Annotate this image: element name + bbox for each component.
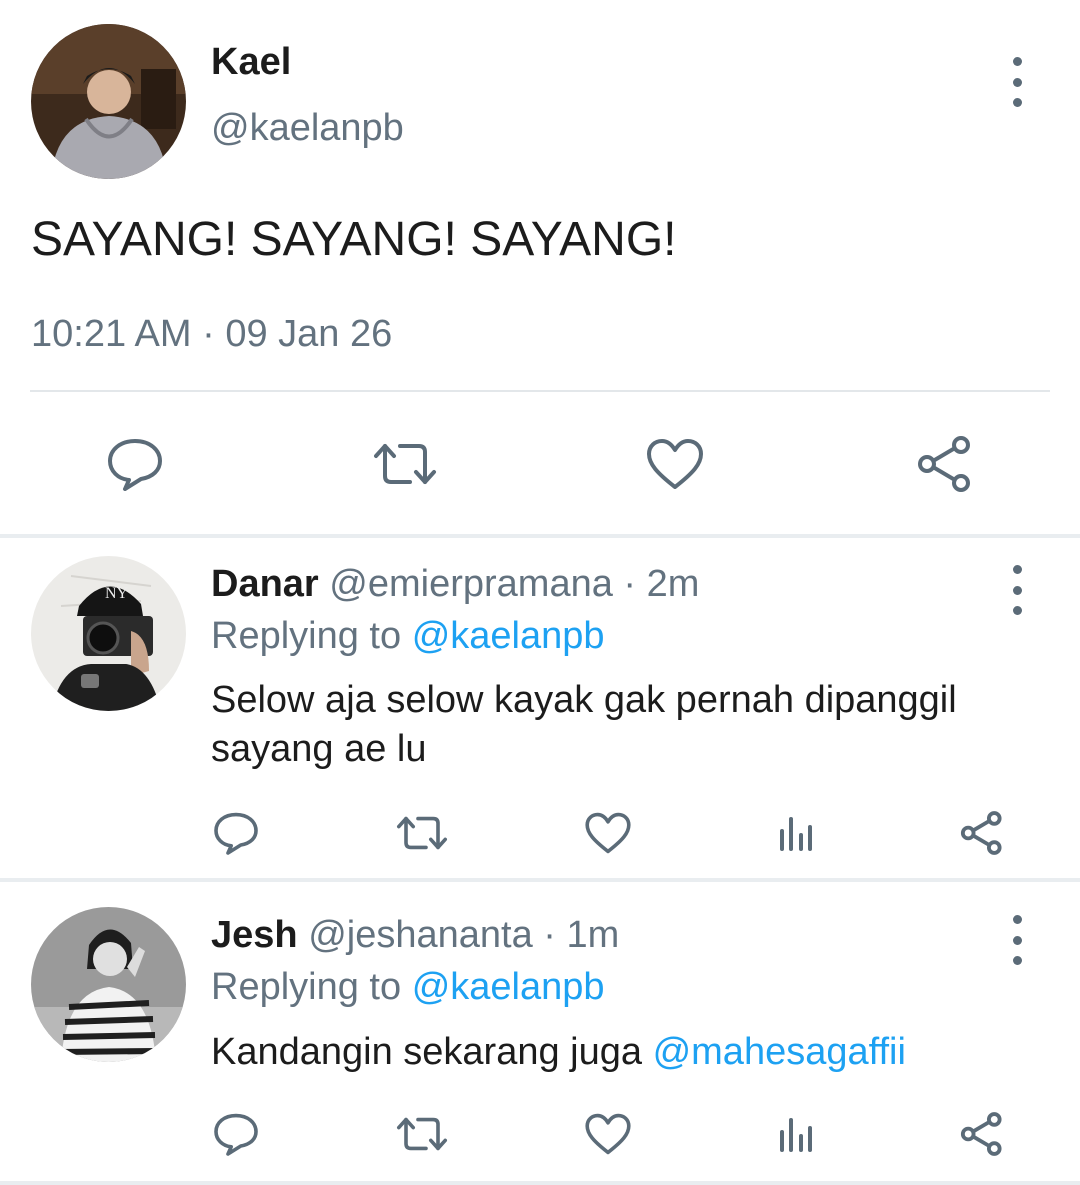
replying-to-handle[interactable]: @kaelanpb bbox=[412, 966, 605, 1008]
reply-text-body: Kandangin sekarang juga bbox=[211, 1031, 653, 1073]
share-icon bbox=[918, 436, 970, 492]
replying-to-label: Replying to bbox=[211, 966, 402, 1008]
tweet-text: SAYANG! SAYANG! SAYANG! bbox=[31, 213, 677, 266]
bar-chart-icon bbox=[780, 1118, 812, 1152]
actions-divider bbox=[30, 390, 1050, 392]
svg-text:NY: NY bbox=[105, 585, 129, 602]
replying-to-label: Replying to bbox=[211, 615, 402, 657]
replying-to: Replying to @kaelanpb bbox=[211, 614, 605, 658]
retweet-icon bbox=[397, 1117, 447, 1151]
retweet-icon bbox=[397, 816, 447, 850]
retweet-button[interactable] bbox=[368, 432, 442, 496]
retweet-icon bbox=[374, 444, 436, 484]
mention-link[interactable]: @mahesagaffii bbox=[653, 1031, 906, 1073]
analytics-button[interactable] bbox=[770, 806, 822, 860]
section-divider bbox=[0, 1181, 1080, 1185]
heart-icon bbox=[585, 812, 631, 854]
vertical-ellipsis-icon bbox=[1012, 915, 1022, 924]
more-options-button[interactable] bbox=[1002, 57, 1032, 107]
reply-more-options-button[interactable] bbox=[1002, 915, 1032, 965]
reply-button[interactable] bbox=[100, 432, 170, 496]
reply-header: Jesh @jeshananta · 1m bbox=[211, 913, 619, 957]
heart-icon bbox=[585, 1113, 631, 1155]
reply-more-options-button[interactable] bbox=[1002, 565, 1032, 615]
reply-button[interactable] bbox=[208, 1107, 264, 1161]
avatar-jesh[interactable] bbox=[31, 907, 186, 1062]
share-button[interactable] bbox=[954, 1107, 1010, 1161]
replying-to-handle[interactable]: @kaelanpb bbox=[412, 615, 605, 657]
vertical-ellipsis-icon bbox=[1012, 565, 1022, 574]
speech-bubble-icon bbox=[108, 439, 162, 491]
replying-to: Replying to @kaelanpb bbox=[211, 965, 605, 1009]
bar-chart-icon bbox=[780, 817, 812, 851]
author-handle[interactable]: @kaelanpb bbox=[211, 106, 404, 150]
share-icon bbox=[960, 1112, 1002, 1156]
reply-text: Kandangin sekarang juga @mahesagaffii bbox=[211, 1030, 906, 1074]
like-button[interactable] bbox=[580, 806, 636, 860]
section-divider bbox=[0, 878, 1080, 882]
section-divider bbox=[0, 534, 1080, 538]
retweet-button[interactable] bbox=[392, 1107, 452, 1161]
vertical-ellipsis-icon bbox=[1012, 57, 1022, 66]
reply-author-name[interactable]: Jesh bbox=[211, 914, 298, 956]
reply-button[interactable] bbox=[208, 806, 264, 860]
speech-bubble-icon bbox=[214, 1113, 258, 1156]
share-button[interactable] bbox=[910, 432, 980, 496]
analytics-button[interactable] bbox=[770, 1107, 822, 1161]
avatar-danar[interactable]: NY bbox=[31, 556, 186, 711]
reply-text-line1: Selow aja selow kayak gak pernah dipangg… bbox=[211, 679, 957, 721]
reply-text-line2: sayang ae lu bbox=[211, 728, 427, 770]
speech-bubble-icon bbox=[214, 812, 258, 855]
like-button[interactable] bbox=[640, 432, 710, 496]
share-icon bbox=[960, 811, 1002, 855]
heart-icon bbox=[647, 439, 703, 489]
like-button[interactable] bbox=[580, 1107, 636, 1161]
reply-handle-time[interactable]: @jeshananta · 1m bbox=[308, 914, 619, 956]
reply-header: Danar @emierpramana · 2m bbox=[211, 562, 699, 606]
reply-author-name[interactable]: Danar bbox=[211, 563, 319, 605]
retweet-button[interactable] bbox=[392, 806, 452, 860]
author-name[interactable]: Kael bbox=[211, 40, 291, 84]
reply-handle-time[interactable]: @emierpramana · 2m bbox=[329, 563, 699, 605]
tweet-timestamp: 10:21 AM · 09 Jan 26 bbox=[31, 313, 393, 355]
share-button[interactable] bbox=[954, 806, 1010, 860]
avatar-kael[interactable] bbox=[31, 24, 186, 179]
